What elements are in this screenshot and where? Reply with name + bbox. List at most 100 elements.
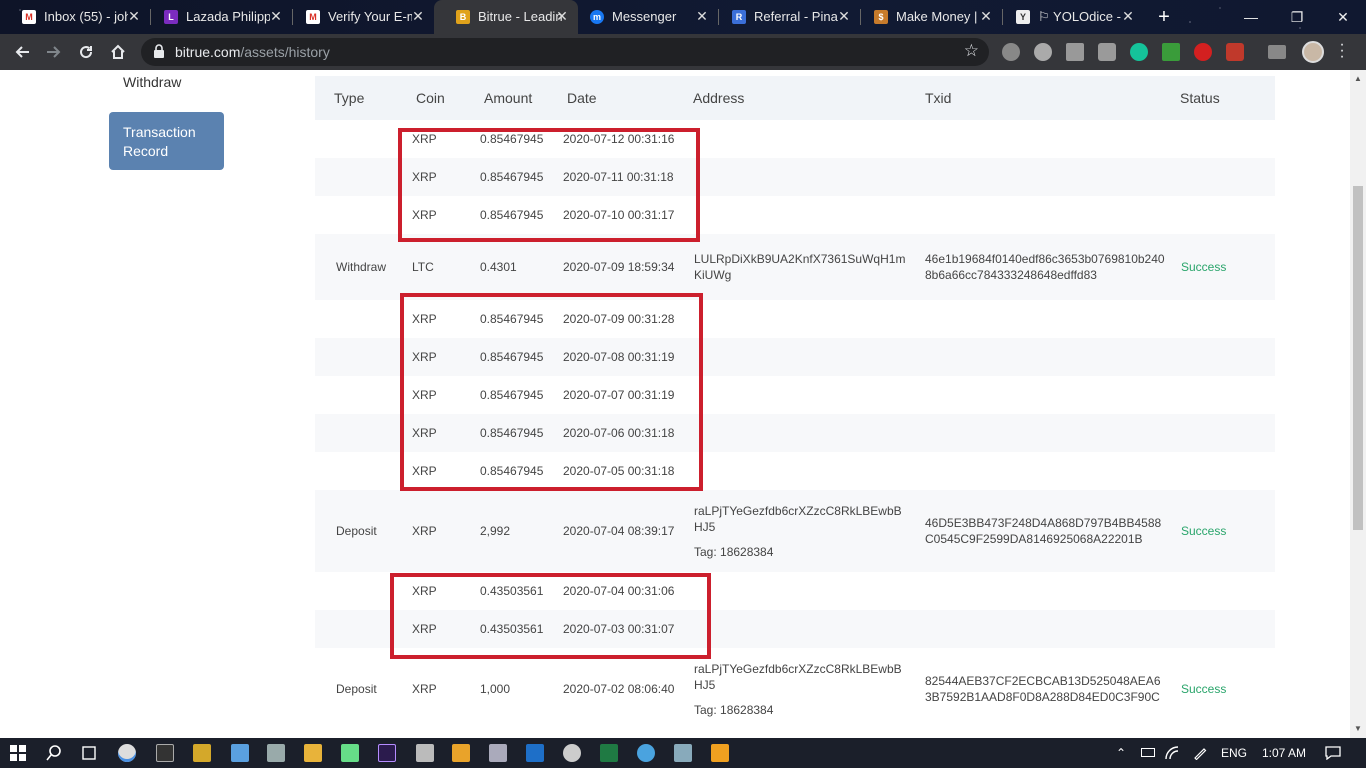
clock[interactable]: 1:07 AM [1262, 746, 1306, 760]
header-date: Date [567, 90, 597, 106]
pen-extension-icon[interactable] [1066, 43, 1084, 61]
tab-lazada[interactable]: L Lazada Philipp ✕ [142, 0, 292, 34]
app-taskbar-icon[interactable] [563, 744, 581, 762]
tab-messenger[interactable]: m Messenger ✕ [568, 0, 718, 34]
lock-icon [154, 44, 164, 58]
more-menu-icon[interactable]: · · · [1336, 37, 1348, 65]
page-content: Withdraw Transaction Record Type Coin Am… [0, 70, 1350, 738]
chevron-up-icon[interactable]: ⌃ [1116, 746, 1126, 760]
cell-amount: 0.85467945 [480, 464, 544, 478]
page-scrollbar[interactable]: ▲ ▼ [1350, 70, 1366, 738]
chrome-taskbar-icon[interactable] [118, 744, 136, 762]
app-taskbar-icon[interactable] [452, 744, 470, 762]
cell-date: 2020-07-03 00:31:07 [563, 622, 675, 636]
close-icon[interactable]: ✕ [1120, 8, 1136, 24]
pen-icon[interactable] [1193, 746, 1207, 760]
bitrue-icon: B [456, 10, 470, 24]
cell-date: 2020-07-04 00:31:06 [563, 584, 675, 598]
tab-inbox[interactable]: M Inbox (55) - joh ✕ [0, 0, 150, 34]
close-window-button[interactable]: ✕ [1320, 0, 1366, 34]
tab-referral[interactable]: R Referral - Pinal ✕ [710, 0, 860, 34]
table-row: XRP 0.43503561 2020-07-03 00:31:07 [315, 610, 1275, 648]
tab-yolodice[interactable]: Y ⚐ YOLOdice - ✕ [994, 0, 1144, 34]
sidebar-item-withdraw[interactable]: Withdraw [123, 74, 181, 90]
cell-coin: XRP [412, 584, 437, 598]
close-icon[interactable]: ✕ [694, 8, 710, 24]
task-view-icon[interactable] [81, 745, 97, 761]
photoshop-taskbar-icon[interactable] [378, 744, 396, 762]
table-row: XRP 0.85467945 2020-07-12 00:31:16 [315, 120, 1275, 158]
tab-verify-email[interactable]: M Verify Your E-m ✕ [284, 0, 434, 34]
tab-title: Verify Your E-m [328, 9, 412, 24]
language-indicator[interactable]: ENG [1221, 746, 1247, 760]
cell-status: Success [1181, 682, 1227, 696]
wifi-icon[interactable] [1165, 746, 1179, 760]
close-icon[interactable]: ✕ [126, 8, 142, 24]
windows-start-icon[interactable] [10, 745, 26, 761]
new-tab-button[interactable]: + [1153, 7, 1175, 29]
reload-button[interactable] [74, 40, 98, 64]
cell-amount: 0.4301 [480, 260, 517, 274]
tab-title: Referral - Pinal [754, 9, 838, 24]
file-explorer-taskbar-icon[interactable] [304, 744, 322, 762]
cell-date: 2020-07-09 00:31:28 [563, 312, 675, 326]
search-icon[interactable] [46, 745, 62, 761]
cell-date: 2020-07-02 08:06:40 [563, 682, 675, 696]
cell-coin: XRP [412, 464, 437, 478]
cell-date: 2020-07-11 00:31:18 [563, 170, 674, 184]
notification-icon[interactable] [1325, 746, 1341, 760]
excel-taskbar-icon[interactable] [600, 744, 618, 762]
reload-icon [80, 46, 93, 59]
cmd-taskbar-icon[interactable] [156, 744, 174, 762]
app-taskbar-icon[interactable] [416, 744, 434, 762]
cell-coin: XRP [412, 524, 437, 538]
scrollbar-thumb[interactable] [1353, 186, 1363, 530]
bookmark-star-icon[interactable]: ☆ [964, 41, 979, 61]
close-icon[interactable]: ✕ [268, 8, 284, 24]
grammarly-icon[interactable] [1130, 43, 1148, 61]
outlook-taskbar-icon[interactable] [526, 744, 544, 762]
circle-extension-icon[interactable] [1034, 43, 1052, 61]
media-control-icon[interactable] [1268, 45, 1286, 59]
app-taskbar-icon[interactable] [489, 744, 507, 762]
red-badge-extension-icon[interactable] [1226, 43, 1244, 61]
app-taskbar-icon[interactable] [193, 744, 211, 762]
gear-extension-icon[interactable] [1002, 43, 1020, 61]
green-extension-icon[interactable] [1162, 43, 1180, 61]
cell-coin: XRP [412, 132, 437, 146]
back-button[interactable] [10, 40, 34, 64]
app-taskbar-icon[interactable] [267, 744, 285, 762]
tab-title: ⚐ YOLOdice - [1038, 9, 1121, 24]
sidebar-item-transaction-record[interactable]: Transaction Record [109, 112, 224, 170]
tab-title: Inbox (55) - joh [44, 9, 128, 24]
address-bar[interactable]: bitrue.com/assets/history ☆ [141, 38, 989, 66]
table-row: XRP 0.43503561 2020-07-04 00:31:06 [315, 572, 1275, 610]
gmail-icon: M [22, 10, 36, 24]
notepad-taskbar-icon[interactable] [231, 744, 249, 762]
cell-amount: 0.43503561 [480, 584, 544, 598]
tab-bitrue[interactable]: B Bitrue - Leadin ✕ [434, 0, 578, 34]
close-icon[interactable]: ✕ [410, 8, 426, 24]
app-taskbar-icon[interactable] [674, 744, 692, 762]
restore-button[interactable]: ❐ [1274, 0, 1320, 34]
app-taskbar-icon[interactable] [341, 744, 359, 762]
record-extension-icon[interactable] [1194, 43, 1212, 61]
table-row: XRP 0.85467945 2020-07-10 00:31:17 [315, 196, 1275, 234]
tab-make-money[interactable]: $ Make Money | ✕ [852, 0, 1002, 34]
cell-type: Deposit [336, 682, 377, 696]
scroll-up-arrow-icon[interactable]: ▲ [1354, 74, 1362, 83]
profile-avatar[interactable] [1302, 41, 1324, 63]
cell-type: Withdraw [336, 260, 387, 274]
close-icon[interactable]: ✕ [978, 8, 994, 24]
location-extension-icon[interactable] [1098, 43, 1116, 61]
home-button[interactable] [106, 40, 130, 64]
close-icon[interactable]: ✕ [836, 8, 852, 24]
app-taskbar-icon[interactable] [637, 744, 655, 762]
cell-amount: 0.85467945 [480, 350, 544, 364]
scroll-down-arrow-icon[interactable]: ▼ [1354, 724, 1362, 733]
forward-button[interactable] [42, 40, 66, 64]
table-row: XRP 0.85467945 2020-07-08 00:31:19 [315, 338, 1275, 376]
app-taskbar-icon[interactable] [711, 744, 729, 762]
minimize-button[interactable]: — [1228, 0, 1274, 34]
battery-icon[interactable] [1141, 748, 1155, 757]
